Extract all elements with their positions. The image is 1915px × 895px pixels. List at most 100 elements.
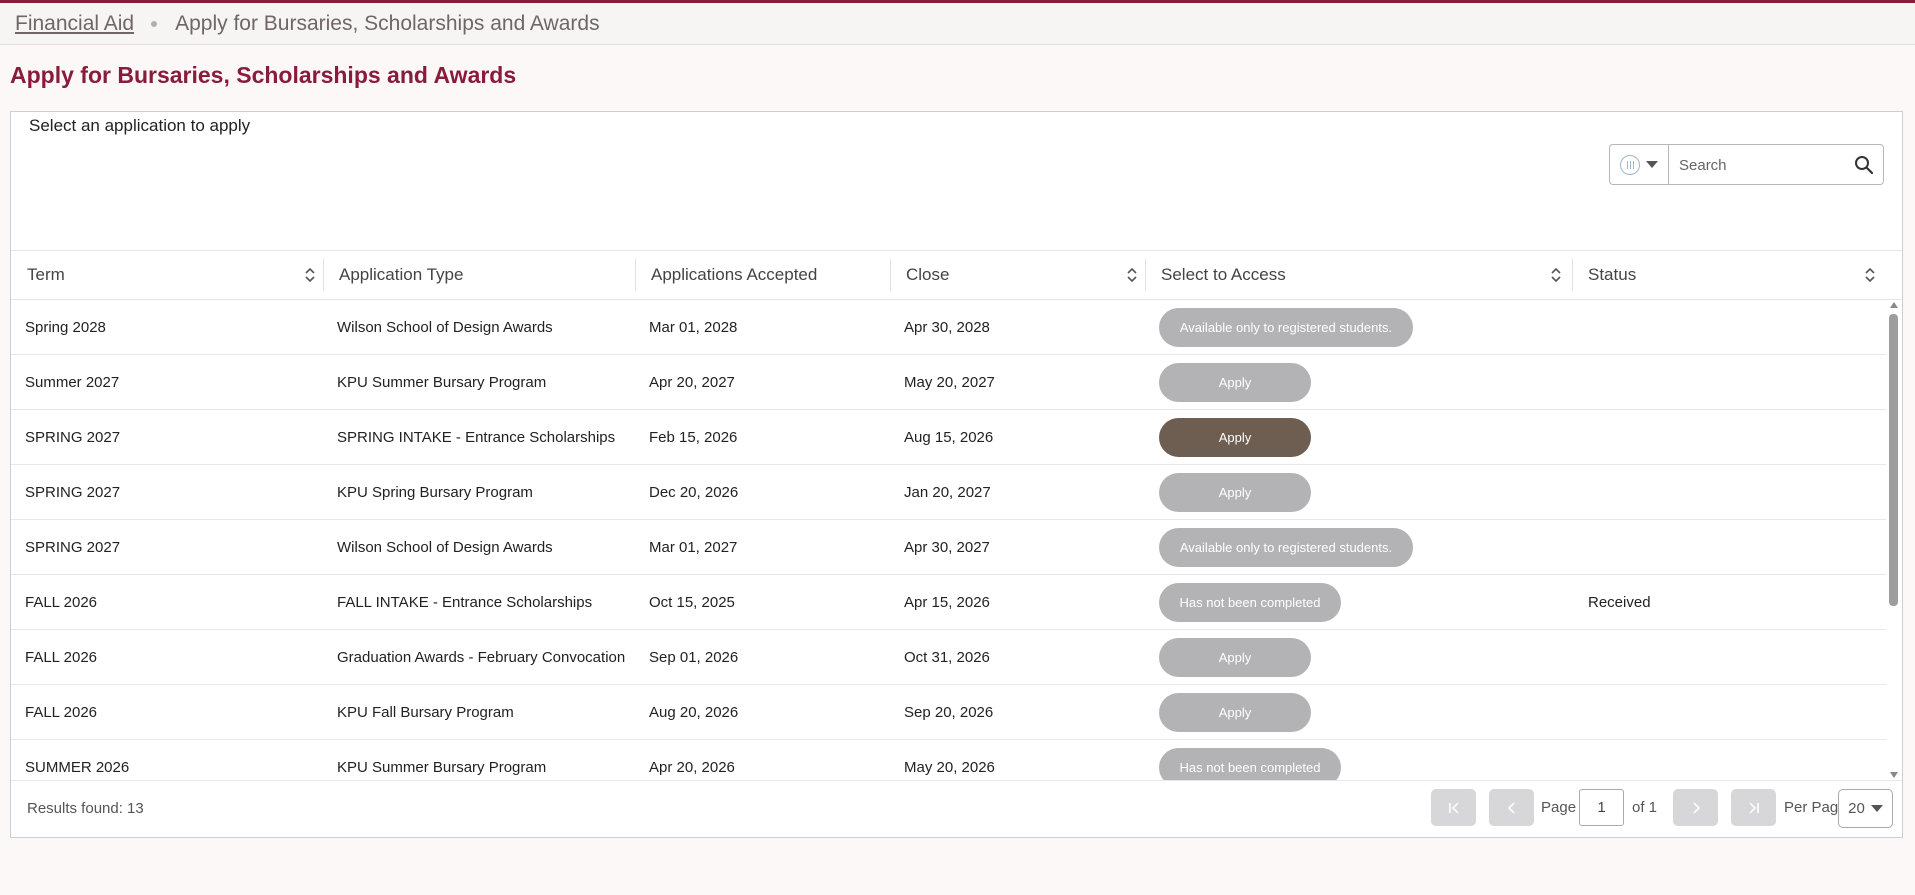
scroll-down-icon[interactable] — [1890, 772, 1898, 778]
chevron-right-icon — [1692, 801, 1700, 814]
table-body: Spring 2028 Wilson School of Design Award… — [11, 300, 1886, 780]
sort-icon[interactable] — [1550, 266, 1562, 284]
per-page-value: 20 — [1848, 800, 1865, 817]
sort-icon[interactable] — [1126, 266, 1138, 284]
table-scrollbar[interactable] — [1886, 300, 1902, 780]
search-icon[interactable] — [1854, 155, 1874, 175]
term-cell: SUMMER 2026 — [25, 759, 130, 776]
breadcrumb-separator-icon — [151, 20, 158, 27]
applications-accepted-cell: Mar 01, 2028 — [649, 319, 738, 336]
scroll-up-icon[interactable] — [1890, 302, 1898, 308]
close-date-cell: Apr 30, 2028 — [904, 319, 990, 336]
applications-accepted-cell: Apr 20, 2026 — [649, 759, 735, 776]
columns-icon — [1620, 154, 1640, 175]
chevron-down-icon — [1870, 805, 1883, 812]
table-row: Spring 2028 Wilson School of Design Award… — [11, 300, 1886, 355]
access-status-button[interactable]: Has not been completed — [1159, 748, 1341, 780]
application-type-cell: KPU Summer Bursary Program — [337, 374, 547, 391]
close-date-cell: Oct 31, 2026 — [904, 649, 990, 666]
page-label: Page — [1541, 799, 1577, 816]
breadcrumb: Financial Aid Apply for Bursaries, Schol… — [0, 3, 1915, 45]
term-cell: SPRING 2027 — [25, 429, 121, 446]
table-row: FALL 2026 KPU Fall Bursary Program Aug 20,… — [11, 685, 1886, 740]
last-page-icon — [1748, 801, 1759, 814]
applications-accepted-cell: Mar 01, 2027 — [649, 539, 738, 556]
table-row: FALL 2026 Graduation Awards - February Co… — [11, 630, 1886, 685]
search-input[interactable] — [1679, 153, 1844, 177]
panel-subtitle: Select an application to apply — [29, 116, 251, 135]
term-cell: FALL 2026 — [25, 704, 98, 721]
table-row: FALL 2026 FALL INTAKE - Entrance Scholars… — [11, 575, 1886, 630]
application-type-cell: SPRING INTAKE - Entrance Scholarships — [337, 429, 616, 446]
first-page-button[interactable] — [1431, 789, 1476, 826]
per-page-select[interactable]: 20 — [1838, 789, 1893, 828]
applications-accepted-cell: Apr 20, 2027 — [649, 374, 735, 391]
table-row: SPRING 2027 KPU Spring Bursary Program Dec… — [11, 465, 1886, 520]
table-row: Summer 2027 KPU Summer Bursary Program Apr… — [11, 355, 1886, 410]
term-cell: SPRING 2027 — [25, 484, 121, 501]
select-to-access-cell: Available only to registered students. — [1159, 520, 1413, 575]
column-header-status[interactable]: Status — [1588, 251, 1636, 299]
select-to-access-cell: Apply — [1159, 685, 1311, 740]
breadcrumb-financial-aid-link[interactable]: Financial Aid — [15, 12, 134, 36]
application-type-cell: KPU Summer Bursary Program — [337, 759, 547, 776]
pagination-bar: Results found: 13 Page of 1 Per Page 20 — [11, 780, 1902, 837]
close-date-cell: Apr 30, 2027 — [904, 539, 990, 556]
column-header-term[interactable]: Term — [27, 251, 65, 299]
application-type-cell: KPU Spring Bursary Program — [337, 484, 533, 501]
applications-accepted-cell: Oct 15, 2025 — [649, 594, 735, 611]
chevron-down-icon — [1646, 161, 1658, 168]
application-type-cell: Graduation Awards - February Convocation — [337, 649, 626, 666]
term-cell: FALL 2026 — [25, 594, 98, 611]
column-chooser-button[interactable] — [1609, 144, 1669, 185]
results-count: Results found: 13 — [27, 800, 144, 817]
apply-button[interactable]: Apply — [1159, 638, 1311, 677]
select-to-access-cell: Apply — [1159, 355, 1311, 410]
table-row: SPRING 2027 SPRING INTAKE - Entrance Scho… — [11, 410, 1886, 465]
apply-button[interactable]: Apply — [1159, 363, 1311, 402]
sort-icon[interactable] — [304, 266, 316, 284]
access-status-button[interactable]: Available only to registered students. — [1159, 308, 1413, 347]
select-to-access-cell: Apply — [1159, 630, 1311, 685]
next-page-button[interactable] — [1673, 789, 1718, 826]
status-cell: Received — [1588, 594, 1651, 611]
apply-button[interactable]: Apply — [1159, 693, 1311, 732]
access-status-button[interactable]: Available only to registered students. — [1159, 528, 1413, 567]
chevron-left-icon — [1507, 801, 1515, 814]
last-page-button[interactable] — [1731, 789, 1776, 826]
first-page-icon — [1448, 801, 1459, 814]
term-cell: Spring 2028 — [25, 319, 106, 336]
applications-panel: Select an application to apply Term Appl… — [10, 111, 1903, 838]
close-date-cell: May 20, 2027 — [904, 374, 995, 391]
close-date-cell: Sep 20, 2026 — [904, 704, 994, 721]
close-date-cell: Apr 15, 2026 — [904, 594, 990, 611]
column-header-close[interactable]: Close — [906, 251, 949, 299]
application-type-cell: KPU Fall Bursary Program — [337, 704, 514, 721]
term-cell: FALL 2026 — [25, 649, 98, 666]
sort-icon[interactable] — [1864, 266, 1876, 284]
breadcrumb-current: Apply for Bursaries, Scholarships and Aw… — [175, 11, 600, 35]
column-header-applications-accepted[interactable]: Applications Accepted — [651, 251, 817, 299]
applications-accepted-cell: Aug 20, 2026 — [649, 704, 739, 721]
applications-accepted-cell: Dec 20, 2026 — [649, 484, 739, 501]
column-header-select-to-access[interactable]: Select to Access — [1161, 251, 1286, 299]
term-cell: Summer 2027 — [25, 374, 120, 391]
apply-button[interactable]: Apply — [1159, 418, 1311, 457]
previous-page-button[interactable] — [1489, 789, 1534, 826]
term-cell: SPRING 2027 — [25, 539, 121, 556]
table-header: Term Application Type Applications Accep… — [11, 250, 1902, 300]
scrollbar-thumb[interactable] — [1889, 314, 1898, 606]
application-type-cell: Wilson School of Design Awards — [337, 319, 553, 336]
close-date-cell: May 20, 2026 — [904, 759, 995, 776]
access-status-button[interactable]: Has not been completed — [1159, 583, 1341, 622]
apply-button[interactable]: Apply — [1159, 473, 1311, 512]
select-to-access-cell: Has not been completed — [1159, 740, 1341, 780]
page-number-input[interactable] — [1579, 789, 1624, 826]
page-count-label: of 1 — [1632, 799, 1658, 816]
application-type-cell: FALL INTAKE - Entrance Scholarships — [337, 594, 593, 611]
close-date-cell: Jan 20, 2027 — [904, 484, 991, 501]
page-title: Apply for Bursaries, Scholarships and Aw… — [10, 62, 517, 88]
select-to-access-cell: Apply — [1159, 465, 1311, 520]
column-header-application-type[interactable]: Application Type — [339, 251, 463, 299]
select-to-access-cell: Available only to registered students. — [1159, 300, 1413, 355]
